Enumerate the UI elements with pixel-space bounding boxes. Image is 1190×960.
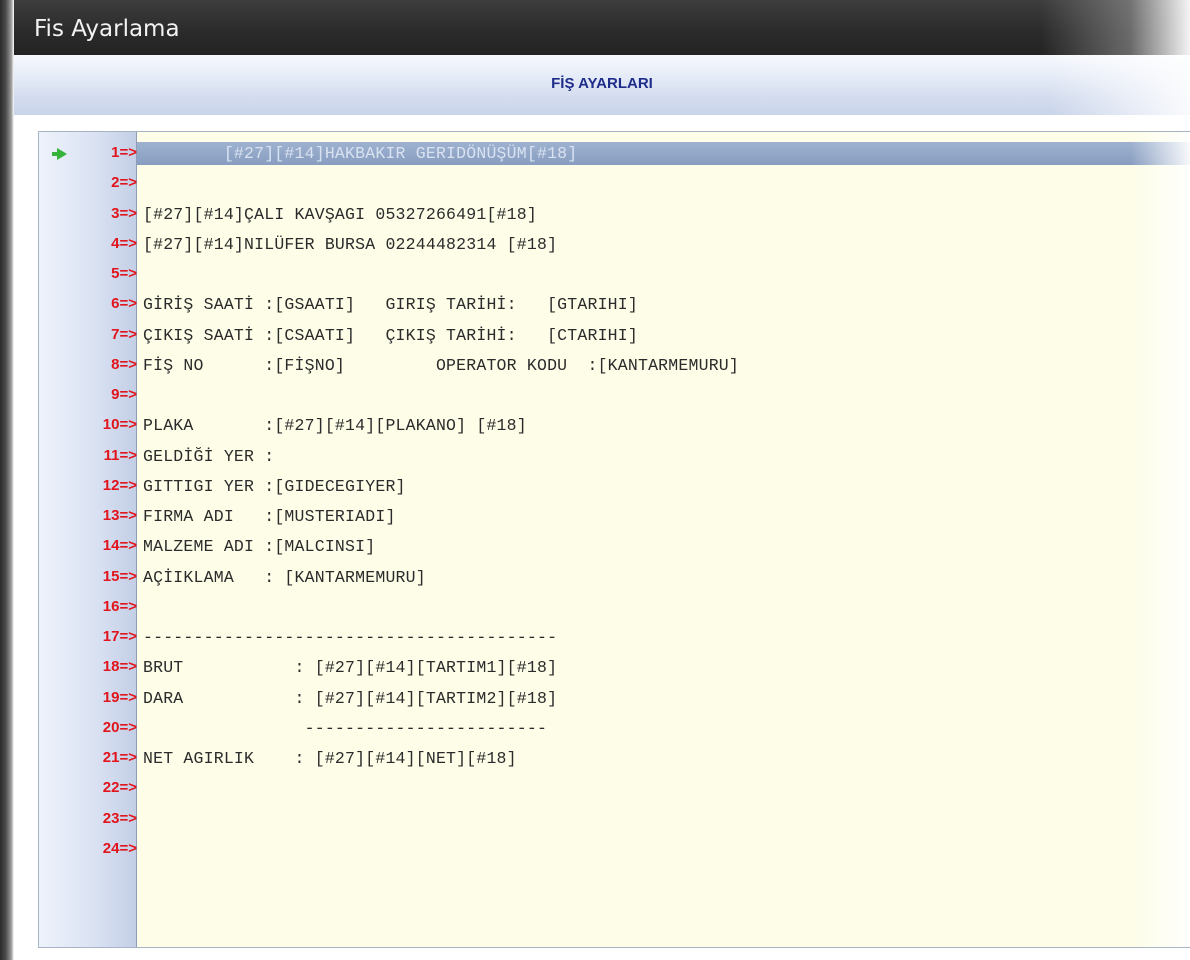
line-number: 9=> — [111, 386, 137, 403]
line-number: 3=> — [111, 204, 137, 222]
editor-line[interactable]: 6=> GİRİŞ SAATİ :[GSAATI] GIRIŞ TARİHİ: [… — [39, 293, 1190, 319]
line-text[interactable]: [#27][#14]HAKBAKIR GERIDÖNÜŞÜM[#18] — [143, 144, 577, 163]
line-number: 24=> — [102, 839, 137, 857]
editor-line[interactable]: 15=> AÇİIKLAMA : [KANTARMEMURU] — [39, 566, 1190, 592]
editor-line[interactable]: 22=> — [39, 777, 1190, 803]
line-number: 16=> — [102, 597, 137, 615]
line-text[interactable]: FİŞ NO :[FİŞNO] OPERATOR KODU :[KANTARME… — [143, 356, 739, 375]
editor-line[interactable]: 5=> — [39, 263, 1190, 289]
editor-line[interactable]: 21=> NET AGIRLIK : [#27][#14][NET][#18] — [39, 747, 1190, 773]
line-text[interactable]: GITTIGI YER :[GIDECEGIYER] — [143, 477, 406, 496]
line-text[interactable]: AÇİIKLAMA : [KANTARMEMURU] — [143, 568, 426, 587]
editor-line[interactable]: 16=> — [39, 596, 1190, 622]
editor-line[interactable]: 11=> GELDİĞİ YER : — [39, 445, 1190, 471]
editor-line[interactable]: 24=> — [39, 838, 1190, 864]
header-banner: FİŞ AYARLARI — [14, 55, 1190, 115]
window-titlebar[interactable]: Fis Ayarlama — [14, 0, 1190, 55]
editor-line[interactable]: 19=> DARA : [#27][#14][TARTIM2][#18] — [39, 687, 1190, 713]
line-number: 13=> — [102, 507, 137, 524]
editor-line[interactable]: 14=> MALZEME ADI :[MALCINSI] — [39, 535, 1190, 561]
page-title: FİŞ AYARLARI — [551, 75, 653, 92]
line-text[interactable]: FIRMA ADI :[MUSTERIADI] — [143, 507, 396, 526]
line-number: 23=> — [102, 809, 137, 827]
line-number: 4=> — [111, 234, 137, 252]
editor-line[interactable]: 18=> BRUT : [#27][#14][TARTIM1][#18] — [39, 656, 1190, 682]
editor-line[interactable]: 20=> ------------------------ — [39, 717, 1190, 743]
editor-line[interactable]: 17=> ------------------------------------… — [39, 626, 1190, 652]
line-text[interactable]: GELDİĞİ YER : — [143, 447, 274, 466]
line-number: 1=> — [111, 144, 137, 161]
line-number: 17=> — [102, 628, 137, 645]
line-number: 15=> — [102, 567, 137, 585]
line-text[interactable]: [#27][#14]ÇALI KAVŞAGI 05327266491[#18] — [143, 205, 537, 224]
line-number: 8=> — [111, 355, 137, 373]
line-text[interactable]: GİRİŞ SAATİ :[GSAATI] GIRIŞ TARİHİ: [GTA… — [143, 295, 638, 314]
line-number: 7=> — [111, 325, 137, 343]
line-number: 10=> — [102, 416, 137, 434]
editor-line[interactable]: 13=> FIRMA ADI :[MUSTERIADI] — [39, 505, 1190, 531]
line-number: 11=> — [103, 446, 137, 464]
line-number: 20=> — [102, 718, 137, 736]
line-number: 12=> — [102, 476, 137, 494]
line-number: 5=> — [111, 265, 137, 282]
window-title: Fis Ayarlama — [34, 16, 180, 42]
line-number: 2=> — [111, 174, 137, 192]
line-text[interactable]: DARA : [#27][#14][TARTIM2][#18] — [143, 689, 557, 708]
line-number: 18=> — [102, 658, 137, 676]
editor-line[interactable]: 12=> GITTIGI YER :[GIDECEGIYER] — [39, 475, 1190, 501]
editor-line[interactable]: 7=> ÇIKIŞ SAATİ :[CSAATI] ÇIKIŞ TARİHİ: [… — [39, 324, 1190, 350]
editor-line[interactable]: 23=> — [39, 808, 1190, 834]
line-number: 6=> — [111, 295, 137, 313]
line-text[interactable]: PLAKA :[#27][#14][PLAKANO] [#18] — [143, 416, 527, 435]
line-text[interactable]: ------------------------ — [143, 719, 547, 738]
line-text[interactable]: BRUT : [#27][#14][TARTIM1][#18] — [143, 658, 557, 677]
editor-line[interactable]: 3=> [#27][#14]ÇALI KAVŞAGI 05327266491[#1… — [39, 203, 1190, 229]
line-text[interactable]: ----------------------------------------… — [143, 628, 557, 647]
window-shadow — [0, 0, 14, 960]
line-number: 14=> — [102, 537, 137, 555]
receipt-template-editor[interactable]: 1=> [#27][#14]HAKBAKIR GERIDÖNÜŞÜM[#18] 2… — [38, 131, 1190, 948]
line-number: 22=> — [102, 779, 137, 797]
editor-line[interactable]: 9=> — [39, 384, 1190, 410]
line-text[interactable]: [#27][#14]NILÜFER BURSA 02244482314 [#18… — [143, 235, 557, 254]
line-number: 19=> — [102, 688, 137, 706]
line-number: 21=> — [102, 749, 137, 766]
line-text[interactable]: ÇIKIŞ SAATİ :[CSAATI] ÇIKIŞ TARİHİ: [CTA… — [143, 326, 638, 345]
editor-line[interactable]: 8=> FİŞ NO :[FİŞNO] OPERATOR KODU :[KANTA… — [39, 354, 1190, 380]
editor-line[interactable]: 1=> [#27][#14]HAKBAKIR GERIDÖNÜŞÜM[#18] — [39, 142, 1190, 168]
line-text[interactable]: NET AGIRLIK : [#27][#14][NET][#18] — [143, 749, 517, 768]
editor-line[interactable]: 2=> — [39, 172, 1190, 198]
editor-line[interactable]: 10=> PLAKA :[#27][#14][PLAKANO] [#18] — [39, 414, 1190, 440]
editor-line[interactable]: 4=> [#27][#14]NILÜFER BURSA 02244482314 [… — [39, 233, 1190, 259]
line-text[interactable]: MALZEME ADI :[MALCINSI] — [143, 537, 375, 556]
